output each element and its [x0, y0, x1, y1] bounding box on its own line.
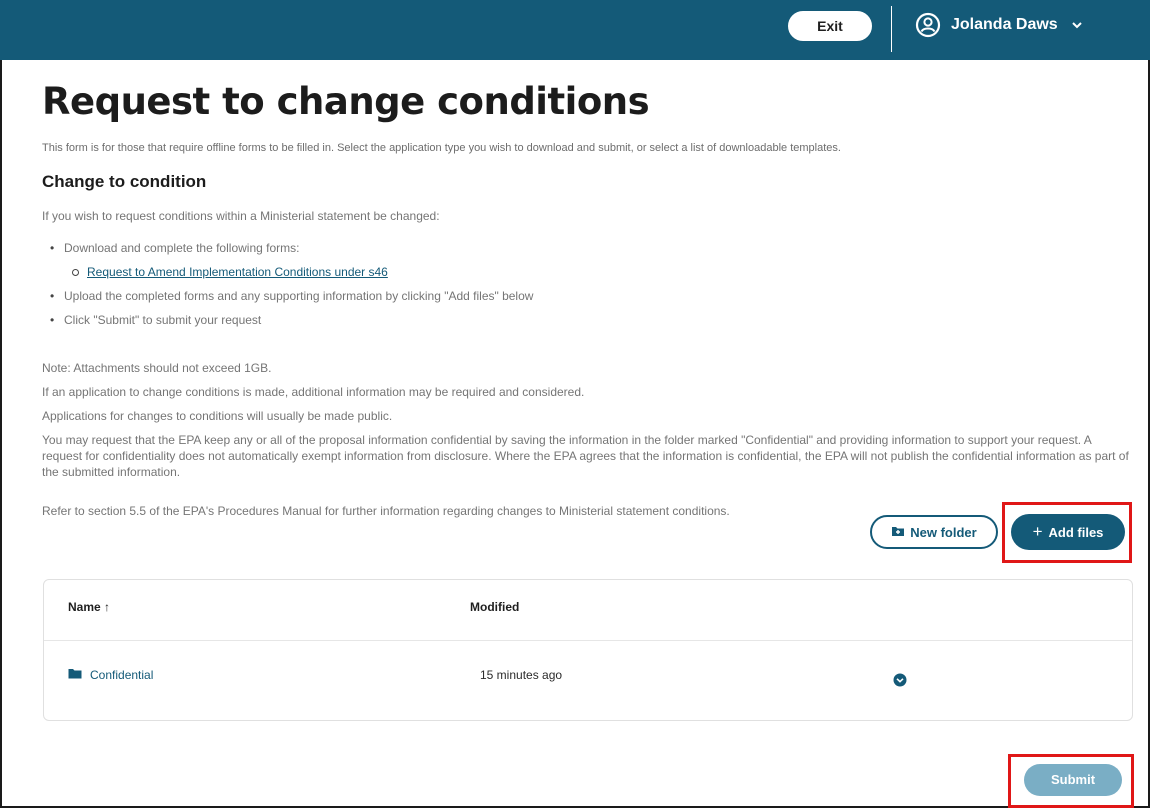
new-folder-label: New folder — [910, 524, 977, 540]
header-divider — [891, 6, 892, 52]
user-avatar-icon — [915, 12, 941, 38]
intro-text: If you wish to request conditions within… — [42, 209, 440, 223]
page-title: Request to change conditions — [42, 80, 650, 123]
form-download-link[interactable]: Request to Amend Implementation Conditio… — [87, 265, 388, 279]
expand-row-icon[interactable] — [893, 673, 907, 692]
folder-icon — [68, 668, 82, 682]
column-header-name[interactable]: Name ↑ — [68, 600, 110, 614]
note-text: Note: Attachments should not exceed 1GB. — [42, 361, 272, 375]
public-text: Applications for changes to conditions w… — [42, 409, 393, 423]
sort-up-icon: ↑ — [104, 600, 111, 614]
exit-button[interactable]: Exit — [788, 11, 872, 41]
top-bar: Exit Jolanda Daws — [0, 0, 1150, 60]
page-lead: This form is for those that require offl… — [42, 142, 841, 154]
column-header-modified[interactable]: Modified — [470, 600, 519, 614]
table-divider — [44, 640, 1132, 641]
files-table: Name ↑ Modified Confidential 15 minutes … — [43, 579, 1133, 721]
step-upload: Upload the completed forms and any suppo… — [42, 288, 533, 312]
highlight-add-files — [1002, 502, 1132, 563]
refer-text: Refer to section 5.5 of the EPA's Proced… — [42, 504, 730, 518]
folder-plus-icon — [891, 525, 905, 540]
user-menu[interactable]: Jolanda Daws — [915, 10, 1086, 40]
new-folder-button[interactable]: New folder — [870, 515, 998, 549]
user-name: Jolanda Daws — [951, 16, 1058, 33]
section-heading: Change to condition — [42, 172, 207, 191]
table-row-name[interactable]: Confidential — [68, 668, 153, 682]
form-link-item: Request to Amend Implementation Conditio… — [42, 264, 533, 288]
table-row-modified: 15 minutes ago — [480, 668, 563, 682]
step-submit: Click "Submit" to submit your request — [42, 312, 533, 336]
chevron-down-icon[interactable] — [1068, 18, 1086, 32]
instructions-list: Download and complete the following form… — [42, 240, 533, 336]
folder-name: Confidential — [90, 668, 154, 682]
step-download: Download and complete the following form… — [42, 240, 533, 264]
confidential-text: You may request that the EPA keep any or… — [42, 433, 1129, 479]
highlight-submit — [1008, 754, 1134, 808]
additional-info-text: If an application to change conditions i… — [42, 385, 585, 399]
